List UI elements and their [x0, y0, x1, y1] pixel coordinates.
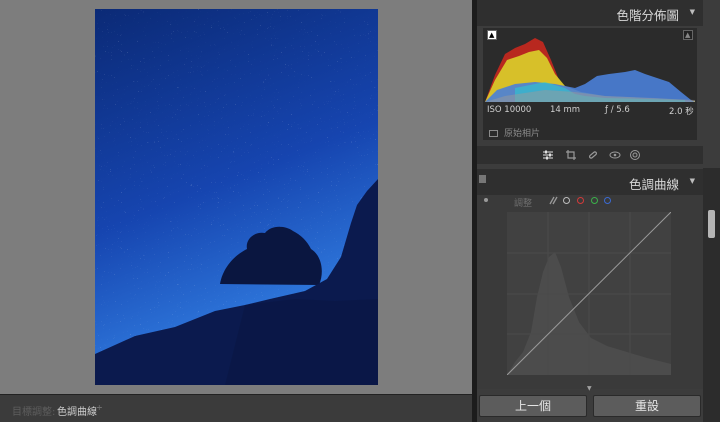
channel-rgb-button[interactable]	[563, 197, 570, 204]
target-adjust-tool-icon[interactable]	[484, 198, 488, 202]
panel-scrollbar[interactable]	[703, 168, 720, 422]
previous-button[interactable]: 上一個	[479, 395, 587, 417]
parametric-curve-icon[interactable]	[549, 196, 558, 205]
radial-filter-icon[interactable]	[629, 149, 641, 161]
target-adjust-value[interactable]: 色調曲線	[57, 403, 97, 418]
red-eye-icon[interactable]	[609, 149, 621, 161]
exif-iso: ISO 10000	[487, 105, 532, 115]
sliders-icon[interactable]	[542, 149, 554, 161]
histogram: ▲ ▲ ISO 10000 14 mm ƒ / 5.6 2.0 秒 原始相片	[483, 28, 697, 140]
photo-image	[95, 9, 378, 385]
tone-curve-title: 色調曲線	[628, 177, 679, 192]
tone-curve-graph[interactable]	[506, 211, 672, 376]
panel-end-triangle-icon: ▼	[587, 385, 592, 392]
tone-curve-panel-header[interactable]: 色調曲線 ▼	[477, 169, 703, 195]
highlight-clipping-toggle[interactable]: ▲	[683, 30, 693, 40]
original-photo-toggle[interactable]: 原始相片	[489, 126, 540, 139]
histogram-panel-header[interactable]: 色階分佈圖 ▼	[477, 0, 703, 26]
channel-green-button[interactable]	[591, 197, 598, 204]
crop-icon[interactable]	[565, 149, 577, 161]
target-adjust-label: 目標調整:	[12, 407, 56, 418]
develop-right-panel: 色階分佈圖 ▼ ▲ ▲ ISO 10000 14 mm ƒ / 5.6 2.0 …	[477, 0, 720, 422]
collapse-triangle-icon[interactable]: ▼	[690, 177, 695, 185]
target-adjust-dropdown-icon[interactable]: ÷	[96, 403, 103, 412]
exif-aperture: ƒ / 5.6	[605, 105, 630, 115]
original-photo-label: 原始相片	[504, 129, 541, 139]
checkbox-icon[interactable]	[489, 130, 498, 137]
exif-shutter: 2.0 秒	[669, 107, 694, 117]
reset-button[interactable]: 重設	[593, 395, 701, 417]
bottom-toolbar: 目標調整: 色調曲線 ÷	[0, 394, 472, 422]
tone-curve-adjust-row: 調整	[477, 195, 703, 209]
shadow-clipping-toggle[interactable]: ▲	[487, 30, 497, 40]
photo-canvas[interactable]	[0, 0, 472, 394]
tone-curve-panel: 調整	[477, 195, 703, 389]
scrollbar-thumb[interactable]	[708, 210, 715, 238]
curve-plot	[506, 211, 672, 376]
channel-red-button[interactable]	[577, 197, 584, 204]
histogram-graph	[485, 38, 695, 102]
tool-strip	[477, 146, 703, 164]
adjust-label: 調整	[514, 199, 533, 209]
exif-focal-length: 14 mm	[550, 105, 581, 115]
night-sky-photo[interactable]	[95, 9, 378, 385]
heal-brush-icon[interactable]	[587, 149, 599, 161]
channel-blue-button[interactable]	[604, 197, 611, 204]
histogram-title: 色階分佈圖	[616, 8, 679, 23]
collapse-triangle-icon[interactable]: ▼	[690, 8, 695, 16]
panel-switch-icon[interactable]	[479, 175, 486, 183]
